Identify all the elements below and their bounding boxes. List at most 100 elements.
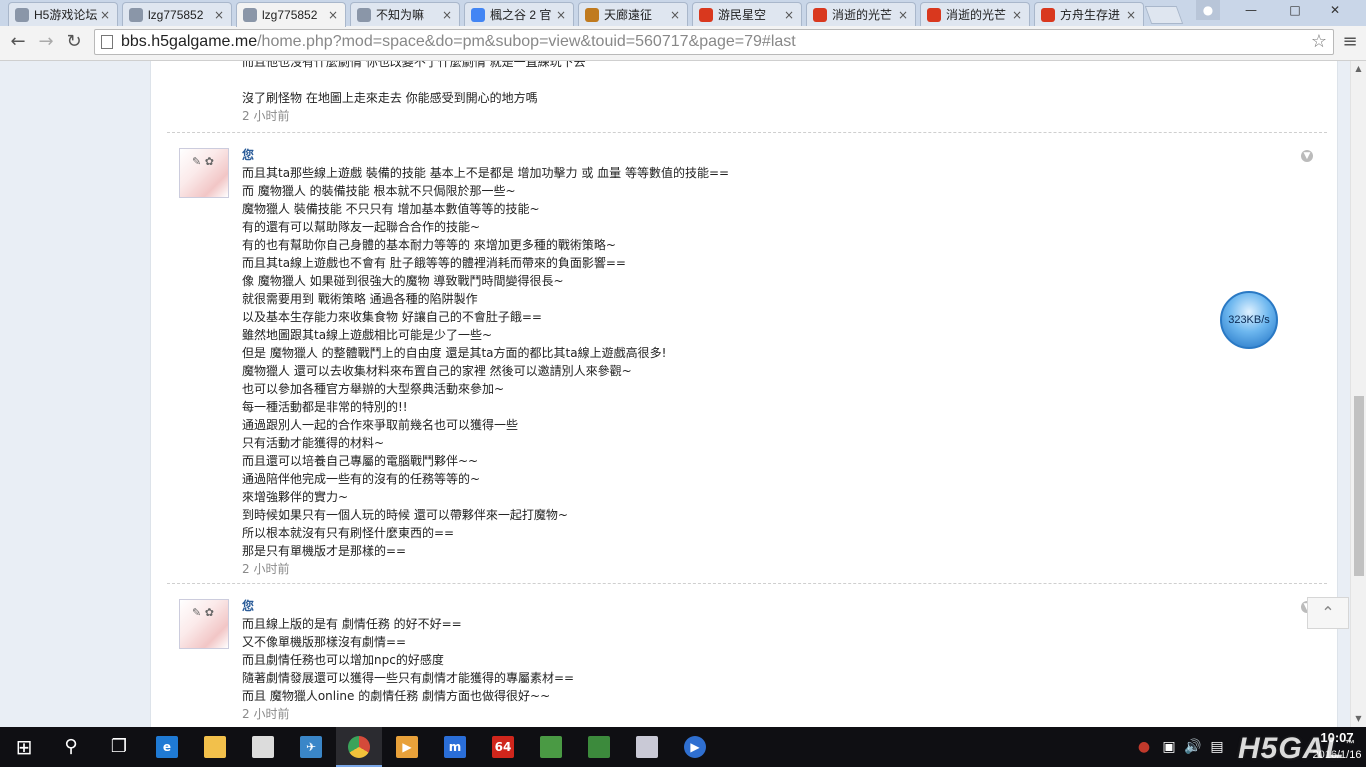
tab-close-icon[interactable]: × (441, 8, 453, 22)
message-time: 2 小时前 (242, 109, 290, 123)
browser-tab[interactable]: 楓之谷 2 官 × (464, 2, 574, 26)
message-separator (167, 583, 1327, 584)
gamersky-favicon (1041, 7, 1055, 22)
taskbar-app-button[interactable]: ✈ (288, 727, 334, 767)
app-64-icon: 64 (492, 736, 514, 758)
profile-icon[interactable]: ● (1196, 0, 1220, 20)
browser-tab[interactable]: 不知为嘛 × (350, 2, 460, 26)
edge-icon: e (156, 736, 178, 758)
tray-app-icon[interactable]: ● (1134, 727, 1154, 767)
maximize-button[interactable]: □ (1280, 0, 1310, 20)
books-icon (540, 736, 562, 758)
google-favicon (471, 7, 485, 22)
url-host: bbs.h5galgame.me (121, 33, 258, 50)
message-line: 也可以參加各種官方舉辦的大型祭典活動來參加~ (242, 382, 505, 396)
taskbar-app-button[interactable]: ▶ (384, 727, 430, 767)
scroll-thumb[interactable] (1354, 396, 1364, 576)
tab-close-icon[interactable]: × (555, 8, 567, 22)
tab-close-icon[interactable]: × (783, 8, 795, 22)
taskbar: ⊞ ● ▣ 🔊 ▤ 10:07 2016/1/16 ⚲ ❐ e ✈ ▶ m 64 ▶ (0, 727, 1366, 767)
reload-button[interactable]: ↻ (62, 30, 86, 54)
avatar[interactable]: ✎ ✿ (179, 148, 229, 198)
tab-title: 不知为嘛 (376, 8, 425, 22)
taskbar-app-button[interactable] (528, 727, 574, 767)
bookmark-star-icon[interactable]: ☆ (1311, 31, 1327, 52)
start-button[interactable]: ⊞ (0, 727, 48, 767)
gamersky-favicon (813, 7, 827, 22)
browser-toolbar: ← → ↻ bbs.h5galgame.me/home.php?mod=spac… (0, 26, 1366, 61)
watermark-logo: H5GAL™ (1238, 732, 1356, 765)
url-text[interactable]: bbs.h5galgame.me/home.php?mod=space&do=p… (121, 33, 796, 51)
new-tab-button[interactable] (1144, 6, 1184, 24)
taskbar-app-button[interactable] (576, 727, 622, 767)
taskbar-app-button[interactable] (624, 727, 670, 767)
browser-tab[interactable]: 消逝的光芒 × (920, 2, 1030, 26)
game-favicon (585, 7, 599, 22)
taskbar-app-button[interactable]: ▶ (672, 727, 718, 767)
tab-close-icon[interactable]: × (99, 8, 111, 22)
taskbar-app-button[interactable]: 64 (480, 727, 526, 767)
tab-close-icon[interactable]: × (669, 8, 681, 22)
tab-close-icon[interactable]: × (897, 8, 909, 22)
browser-tab[interactable]: lzg775852 × (236, 2, 346, 27)
back-to-top-button[interactable]: ⌃ (1307, 597, 1349, 629)
tab-close-icon[interactable]: × (1011, 8, 1023, 22)
browser-tab[interactable]: 游民星空 × (692, 2, 802, 26)
address-bar[interactable]: bbs.h5galgame.me/home.php?mod=space&do=p… (94, 29, 1334, 55)
scroll-down-arrow-icon[interactable]: ▼ (1351, 711, 1366, 727)
avatar[interactable]: ✎ ✿ (179, 599, 229, 649)
page-icon (101, 35, 113, 49)
maxthon-icon: m (444, 736, 466, 758)
browser-tab[interactable]: lzg775852 × (122, 2, 232, 26)
search-icon: ⚲ (64, 736, 78, 757)
message-line: 而且還可以培養自己專屬的電腦戰鬥夥伴~~ (242, 454, 479, 468)
document-app-icon (636, 736, 658, 758)
volume-icon[interactable]: 🔊 (1182, 727, 1204, 767)
message-author[interactable]: 您 (242, 146, 254, 163)
gamersky-favicon (699, 7, 713, 22)
scroll-up-arrow-icon[interactable]: ▲ (1351, 61, 1366, 77)
browser-menu-button[interactable]: ≡ (1340, 30, 1360, 54)
browser-tab[interactable]: 天廊遠征 × (578, 2, 688, 26)
taskbar-app-button[interactable]: ⚲ (48, 727, 94, 767)
forward-button[interactable]: → (34, 30, 58, 54)
message-line: 以及基本生存能力來收集食物 好讓自己的不會肚子餓== (242, 310, 542, 324)
message-line: 雖然地圖跟其ta線上遊戲相比可能是少了一些~ (242, 328, 493, 342)
taskbar-app-button[interactable] (336, 727, 382, 767)
file-explorer-icon (204, 736, 226, 758)
media-play-circle-icon: ▶ (684, 736, 706, 758)
minimize-button[interactable]: — (1236, 0, 1266, 20)
notification-icon[interactable]: ▤ (1206, 727, 1228, 767)
chrome-icon (348, 736, 370, 758)
message-line: 魔物獵人 還可以去收集材料來布置自己的家裡 然後可以邀請別人來參觀~ (242, 364, 632, 378)
browser-tab[interactable]: 方舟生存进 × (1034, 2, 1144, 26)
message-options-icon[interactable]: ▼ (1301, 150, 1313, 162)
taskbar-app-button[interactable]: e (144, 727, 190, 767)
message-line: 只有活動才能獲得的材料~ (242, 436, 385, 450)
tab-title: 游民星空 (718, 8, 767, 22)
tab-close-icon[interactable]: × (213, 8, 225, 22)
site-favicon (357, 7, 371, 22)
network-icon[interactable]: ▣ (1158, 727, 1180, 767)
taskbar-app-button[interactable]: ❐ (96, 727, 142, 767)
url-path: /home.php?mod=space&do=pm&subop=view&tou… (257, 33, 796, 50)
plane-app-icon: ✈ (300, 736, 322, 758)
browser-tab[interactable]: H5游戏论坛 × (8, 2, 118, 26)
message-line: 而且劇情任務也可以增加npc的好感度 (242, 653, 444, 667)
taskbar-app-button[interactable] (240, 727, 286, 767)
tab-title: 楓之谷 2 官 (490, 8, 552, 22)
page-scrollbar[interactable]: ▲ ▼ (1350, 61, 1366, 727)
tab-close-icon[interactable]: × (1125, 8, 1137, 22)
taskbar-app-button[interactable]: m (432, 727, 478, 767)
message-author[interactable]: 您 (242, 597, 254, 614)
browser-tab[interactable]: 消逝的光芒 × (806, 2, 916, 26)
message-body: 而且線上版的是有 劇情任務 的好不好== 又不像單機版那樣沒有劇情== 而且劇情任務… (242, 615, 574, 705)
taskbar-app-button[interactable] (192, 727, 238, 767)
network-speed-widget[interactable]: 323KB/s (1220, 291, 1278, 349)
message-line: 而且 魔物獵人online 的劇情任務 劇情方面也做得很好~~ (242, 689, 551, 703)
tab-close-icon[interactable]: × (327, 8, 339, 22)
close-window-button[interactable]: ✕ (1320, 0, 1350, 20)
message-line: 來增強夥伴的實力~ (242, 490, 349, 504)
message-body: 而且其ta那些線上遊戲 裝備的技能 基本上不是都是 增加功擊力 或 血量 等等數… (242, 164, 729, 560)
back-button[interactable]: ← (6, 30, 30, 54)
